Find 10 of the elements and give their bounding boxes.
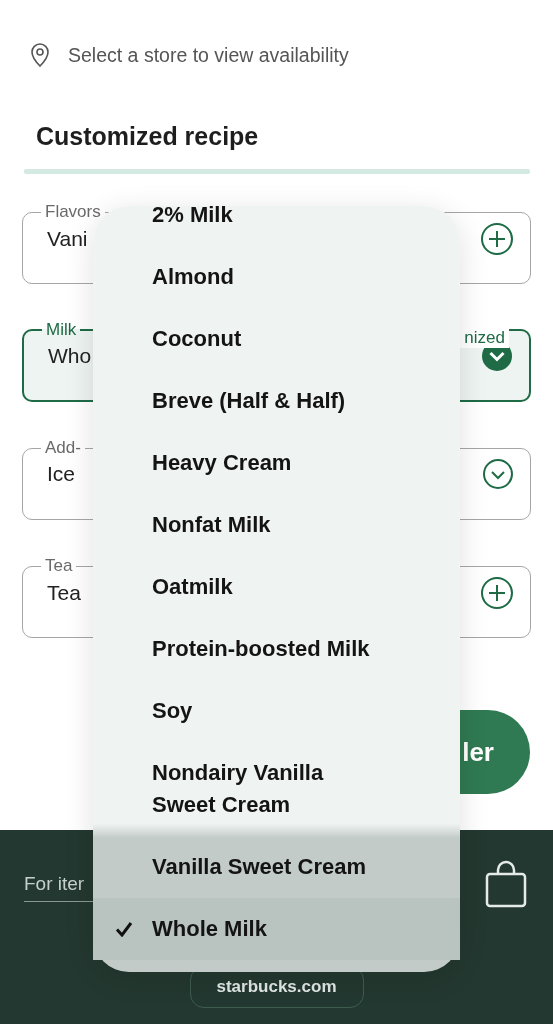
- field-label: Tea: [44, 556, 74, 576]
- field-value: Ice: [47, 462, 75, 486]
- field-label: Milk: [45, 320, 78, 340]
- section-title: Customized recipe: [36, 122, 260, 151]
- field-label: Add-: [44, 438, 82, 458]
- field-value: Tea: [47, 581, 81, 605]
- field-value: Who: [48, 344, 92, 368]
- field-value: Vani: [47, 227, 88, 251]
- field-label: nized: [460, 328, 509, 348]
- field-label: Flavors: [44, 202, 102, 222]
